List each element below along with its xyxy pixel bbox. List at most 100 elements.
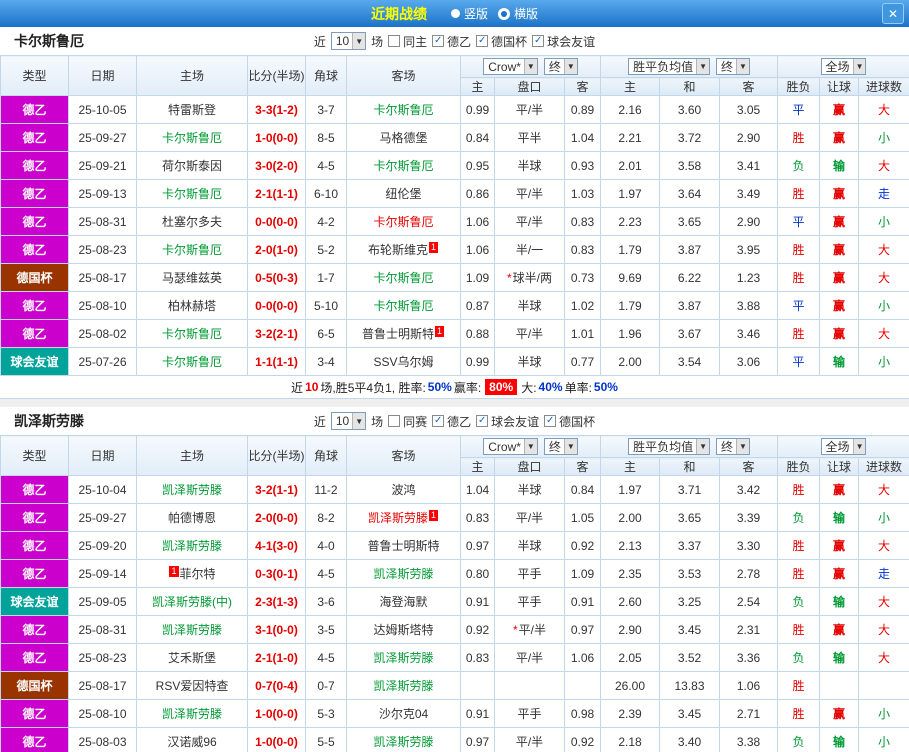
goals-result-cell: 大 xyxy=(858,263,909,292)
score-cell[interactable]: 3-2(2-1) xyxy=(247,319,306,348)
home-team-link[interactable]: 卡尔斯鲁厄 xyxy=(162,243,222,257)
home-team-link[interactable]: RSV爱因特查 xyxy=(156,679,229,693)
away-team-link[interactable]: 凯泽斯劳滕 xyxy=(373,651,433,665)
away-team-link[interactable]: 波鸿 xyxy=(391,483,415,497)
league-filter-friendly[interactable]: ✓ 球会友谊 xyxy=(532,33,595,50)
away-team-link[interactable]: 卡尔斯鲁厄 xyxy=(373,271,433,285)
match-row: 德乙 25-08-02 卡尔斯鲁厄 3-2(2-1) 6-5 普鲁士明斯特 1 0.88 平/半… xyxy=(0,319,909,348)
away-team-link[interactable]: 卡尔斯鲁厄 xyxy=(373,215,433,229)
section-karlsruhe: 卡尔斯鲁厄 近 10 ▼ 场 同主 ✓ 德乙 ✓ 德国杯 ✓ 球会友谊 类型 日… xyxy=(0,27,909,399)
away-team-link[interactable]: 凯泽斯劳滕 1 xyxy=(368,510,439,525)
asian-home-odds: 0.91 xyxy=(460,699,495,728)
layout-vertical-option[interactable]: 竖版 xyxy=(450,5,488,22)
score-cell[interactable]: 2-1(1-1) xyxy=(247,179,306,208)
league-filter-cup[interactable]: ✓ 德国杯 xyxy=(476,33,527,50)
score-cell[interactable]: 3-1(0-0) xyxy=(247,615,306,644)
score-cell[interactable]: 4-1(3-0) xyxy=(247,531,306,560)
scope-select[interactable]: 全场 ▼ xyxy=(820,438,867,455)
home-team-link[interactable]: 杜塞尔多夫 xyxy=(162,215,222,229)
score-cell[interactable]: 0-7(0-4) xyxy=(247,671,306,700)
score-cell[interactable]: 3-3(1-2) xyxy=(247,95,306,124)
home-team-link[interactable]: 柏林赫塔 xyxy=(168,299,216,313)
home-team-link[interactable]: 凯泽斯劳滕 xyxy=(162,707,222,721)
league-filter-cup[interactable]: ✓ 德国杯 xyxy=(544,413,595,430)
chevron-down-icon: ▼ xyxy=(736,439,749,454)
home-team-link[interactable]: 帕德博恩 xyxy=(168,511,216,525)
away-team-link[interactable]: SSV乌尔姆 xyxy=(373,355,433,369)
summary-part: 50% xyxy=(427,380,452,394)
score-cell[interactable]: 2-0(0-0) xyxy=(247,503,306,532)
bookmaker-select[interactable]: Crow* ▼ xyxy=(483,58,538,75)
home-team-link[interactable]: 1 菲尔特 xyxy=(168,566,216,581)
layout-horizontal-option[interactable]: 横版 xyxy=(498,5,538,22)
away-team-link[interactable]: 凯泽斯劳滕 xyxy=(373,735,433,749)
close-button[interactable]: ✕ xyxy=(882,3,904,24)
league-filter-friendly[interactable]: ✓ 球会友谊 xyxy=(476,413,539,430)
avg-odds-select[interactable]: 胜平负均值 ▼ xyxy=(628,58,710,75)
home-team-link[interactable]: 凯泽斯劳滕 xyxy=(162,539,222,553)
same-venue-checkbox[interactable]: 同主 xyxy=(388,33,427,50)
euro-time-select[interactable]: 终 ▼ xyxy=(716,58,750,75)
match-count-select[interactable]: 10 ▼ xyxy=(330,412,367,430)
avg-odds-select[interactable]: 胜平负均值 ▼ xyxy=(628,438,710,455)
away-team-link[interactable]: 马格德堡 xyxy=(379,131,427,145)
home-team-link[interactable]: 凯泽斯劳滕 xyxy=(162,623,222,637)
away-team-link[interactable]: 卡尔斯鲁厄 xyxy=(373,103,433,117)
asian-away-odds: 1.03 xyxy=(564,179,601,208)
league-cell: 德乙 xyxy=(0,151,69,180)
same-competition-checkbox[interactable]: 同赛 xyxy=(388,413,427,430)
euro-away-odds: 1.23 xyxy=(718,263,779,292)
home-team-link[interactable]: 卡尔斯鲁厄 xyxy=(162,355,222,369)
home-team-link[interactable]: 特雷斯登 xyxy=(168,103,216,117)
away-team-link[interactable]: 布轮斯维克 1 xyxy=(368,242,439,257)
bookmaker-select[interactable]: Crow* ▼ xyxy=(483,438,538,455)
away-team-link[interactable]: 达姆斯塔特 xyxy=(373,623,433,637)
odds-time-select[interactable]: 终 ▼ xyxy=(543,58,578,75)
euro-time-select[interactable]: 终 ▼ xyxy=(716,438,750,455)
match-count-select[interactable]: 10 ▼ xyxy=(330,32,367,50)
league-filter-label: 球会友谊 xyxy=(547,34,596,49)
away-team-cell: 卡尔斯鲁厄 xyxy=(346,151,461,180)
home-team-link[interactable]: 凯泽斯劳滕(中) xyxy=(152,595,232,609)
away-team-link[interactable]: 海登海默 xyxy=(379,595,427,609)
score-cell[interactable]: 2-0(1-0) xyxy=(247,235,306,264)
scope-select[interactable]: 全场 ▼ xyxy=(820,58,867,75)
euro-away-odds: 2.78 xyxy=(718,559,779,588)
score-cell[interactable]: 3-0(2-0) xyxy=(247,151,306,180)
away-team-link[interactable]: 凯泽斯劳滕 xyxy=(373,679,433,693)
home-team-link[interactable]: 荷尔斯泰因 xyxy=(162,159,222,173)
odds-time-select[interactable]: 终 ▼ xyxy=(543,438,578,455)
asian-home-odds: 0.97 xyxy=(460,727,495,752)
score-cell[interactable]: 1-0(0-0) xyxy=(247,699,306,728)
home-team-link[interactable]: 卡尔斯鲁厄 xyxy=(162,327,222,341)
away-team-cell: 普鲁士明斯特 1 xyxy=(346,319,461,348)
score-cell[interactable]: 2-1(1-0) xyxy=(247,643,306,672)
corner-cell: 5-3 xyxy=(305,699,347,728)
home-team-link[interactable]: 马瑟维兹英 xyxy=(162,271,222,285)
away-team-link[interactable]: 沙尔克04 xyxy=(379,707,428,721)
score-cell[interactable]: 2-3(1-3) xyxy=(247,587,306,616)
home-team-link[interactable]: 卡尔斯鲁厄 xyxy=(162,187,222,201)
score-cell[interactable]: 0-3(0-1) xyxy=(247,559,306,588)
home-team-link[interactable]: 汉诺威96 xyxy=(167,735,216,749)
col-header-ah-away: 客 xyxy=(564,77,601,96)
euro-draw-odds: 3.65 xyxy=(659,503,720,532)
score-cell[interactable]: 1-0(0-0) xyxy=(247,727,306,752)
score-cell[interactable]: 1-0(0-0) xyxy=(247,123,306,152)
away-team-link[interactable]: 卡尔斯鲁厄 xyxy=(373,159,433,173)
league-filter-d2[interactable]: ✓ 德乙 xyxy=(432,413,471,430)
home-team-link[interactable]: 凯泽斯劳滕 xyxy=(162,483,222,497)
home-team-link[interactable]: 艾禾斯堡 xyxy=(168,651,216,665)
score-cell[interactable]: 0-0(0-0) xyxy=(247,291,306,320)
league-filter-d2[interactable]: ✓ 德乙 xyxy=(432,33,471,50)
score-cell[interactable]: 3-2(1-1) xyxy=(247,475,306,504)
away-team-link[interactable]: 卡尔斯鲁厄 xyxy=(373,299,433,313)
score-cell[interactable]: 0-5(0-3) xyxy=(247,263,306,292)
away-team-link[interactable]: 普鲁士明斯特 xyxy=(367,539,439,553)
score-cell[interactable]: 1-1(1-1) xyxy=(247,347,306,376)
away-team-link[interactable]: 凯泽斯劳滕 xyxy=(373,567,433,581)
score-cell[interactable]: 0-0(0-0) xyxy=(247,207,306,236)
away-team-link[interactable]: 普鲁士明斯特 1 xyxy=(362,326,445,341)
home-team-link[interactable]: 卡尔斯鲁厄 xyxy=(162,131,222,145)
away-team-link[interactable]: 纽伦堡 xyxy=(385,187,421,201)
